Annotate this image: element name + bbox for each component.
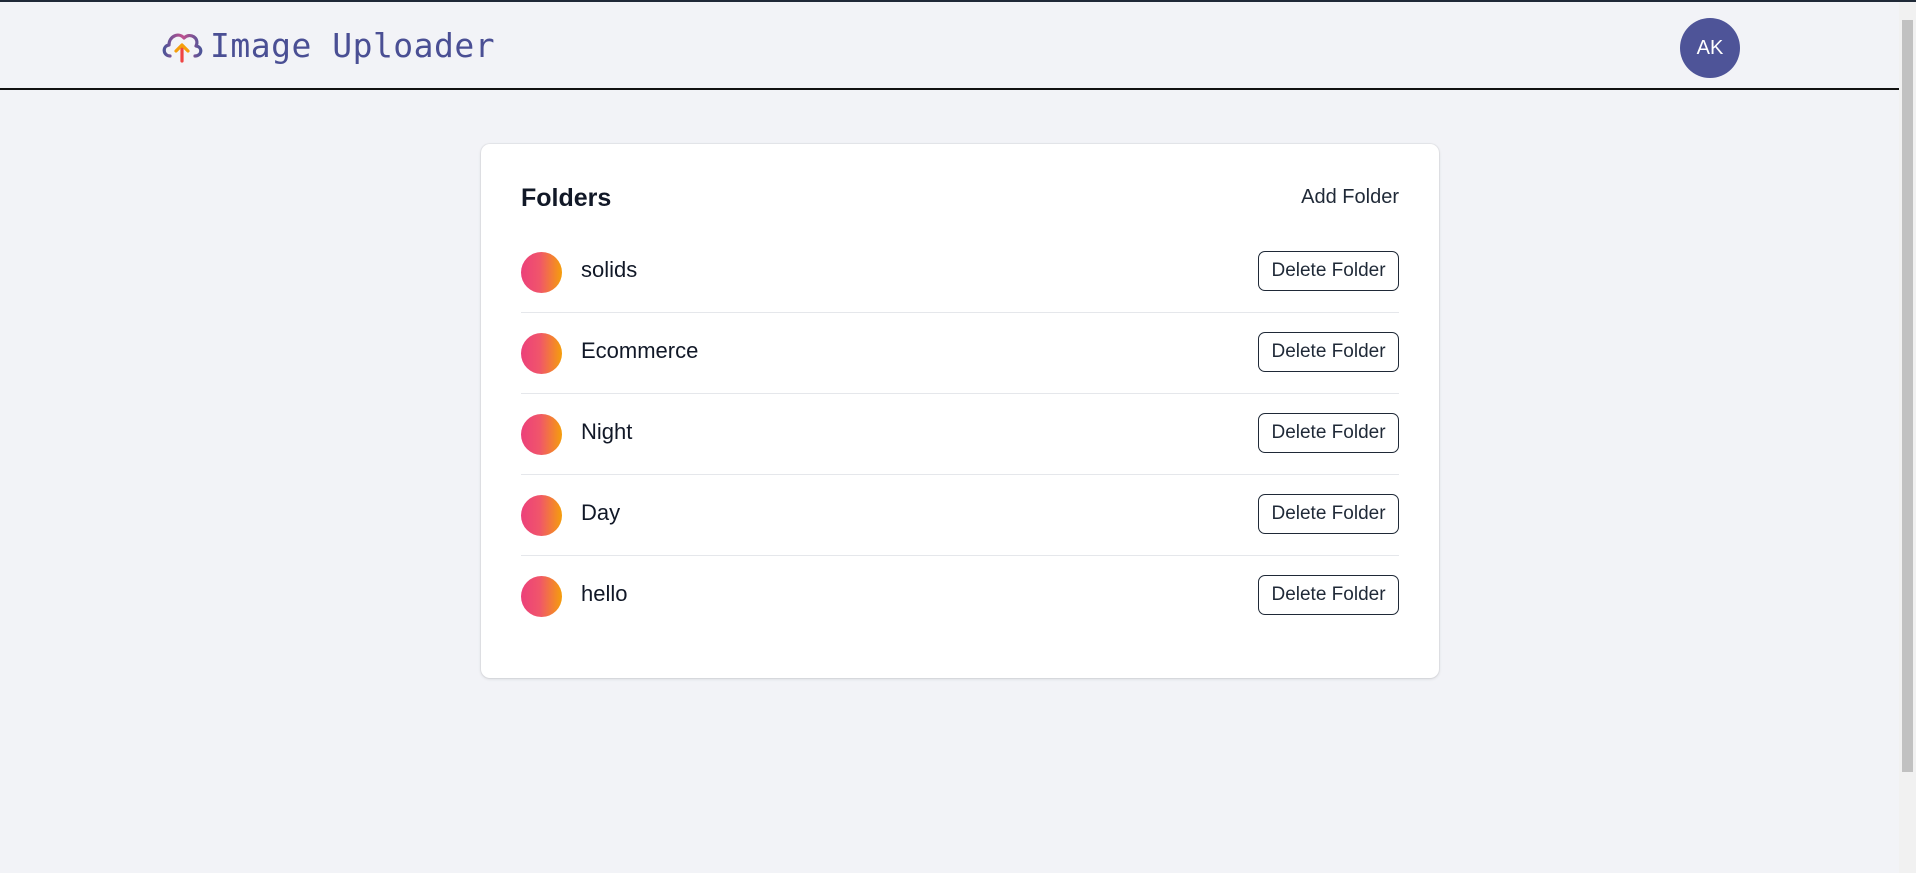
delete-folder-button[interactable]: Delete Folder xyxy=(1258,251,1399,291)
app-title: Image Uploader xyxy=(210,26,496,65)
folder-name[interactable]: Day xyxy=(581,500,620,526)
avatar-initials: AK xyxy=(1696,36,1724,59)
folder-row: hello Delete Folder xyxy=(521,556,1399,637)
scrollbar-thumb[interactable] xyxy=(1902,20,1913,772)
folder-color-dot xyxy=(521,252,562,293)
folder-name[interactable]: hello xyxy=(581,581,627,607)
folder-name[interactable]: Night xyxy=(581,419,632,445)
brand[interactable]: Image Uploader xyxy=(160,26,495,66)
add-folder-button[interactable]: Add Folder xyxy=(1301,186,1399,209)
delete-folder-button[interactable]: Delete Folder xyxy=(1258,494,1399,534)
folder-row: Ecommerce Delete Folder xyxy=(521,313,1399,394)
cloud-upload-icon xyxy=(162,33,203,63)
folders-title: Folders xyxy=(521,184,612,212)
folder-row: solids Delete Folder xyxy=(521,232,1399,313)
folders-card: Folders Add Folder solids Delete Folder … xyxy=(481,144,1439,678)
page-scrollbar[interactable] xyxy=(1899,2,1916,873)
delete-folder-button[interactable]: Delete Folder xyxy=(1258,332,1399,372)
folder-color-dot xyxy=(521,414,562,455)
folder-color-dot xyxy=(521,333,562,374)
folder-name[interactable]: solids xyxy=(581,257,637,283)
folder-row: Day Delete Folder xyxy=(521,475,1399,556)
folder-name[interactable]: Ecommerce xyxy=(581,338,698,364)
folder-color-dot xyxy=(521,495,562,536)
folder-row: Night Delete Folder xyxy=(521,394,1399,475)
folder-color-dot xyxy=(521,576,562,617)
delete-folder-button[interactable]: Delete Folder xyxy=(1258,413,1399,453)
user-avatar[interactable]: AK xyxy=(1680,18,1740,78)
app-header: Image Uploader AK xyxy=(0,2,1899,90)
delete-folder-button[interactable]: Delete Folder xyxy=(1258,575,1399,615)
